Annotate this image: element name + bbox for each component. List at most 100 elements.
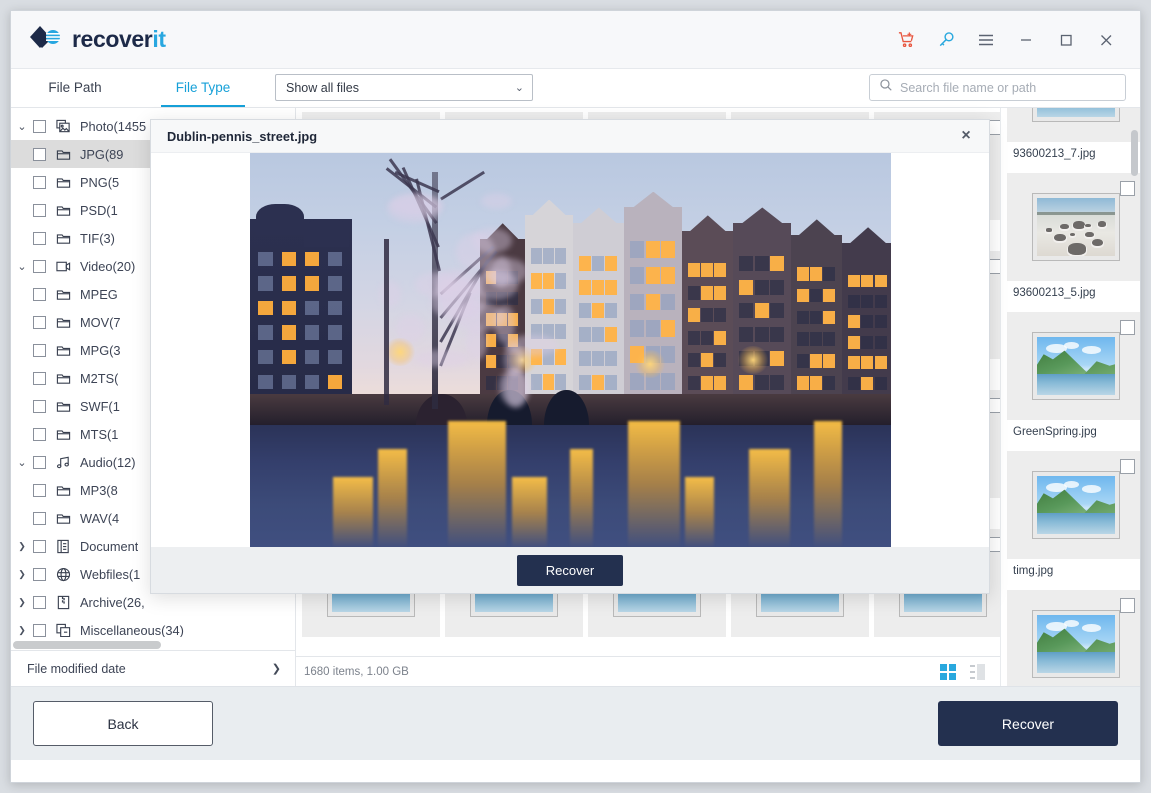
chevron-right-icon[interactable]: ❯ — [11, 569, 33, 580]
tree-item-checkbox[interactable] — [33, 316, 46, 329]
preview-window — [688, 308, 700, 322]
preview-window — [543, 248, 554, 264]
close-icon[interactable]: × — [955, 125, 977, 147]
cart-icon[interactable] — [886, 22, 926, 58]
tree-item-checkbox[interactable] — [33, 624, 46, 637]
maximize-icon[interactable] — [1046, 22, 1086, 58]
preview-lamp-glow — [737, 346, 769, 374]
key-icon[interactable] — [926, 22, 966, 58]
hamburger-menu-icon[interactable] — [966, 22, 1006, 58]
preview-window — [714, 286, 726, 300]
chevron-down-icon[interactable]: ⌄ — [11, 260, 33, 273]
tree-item-checkbox[interactable] — [33, 232, 46, 245]
tree-item-checkbox[interactable] — [33, 148, 46, 161]
preview-window — [848, 336, 860, 349]
tree-item-label: Photo(1455 — [80, 119, 146, 134]
file-card[interactable]: 93600213_7.jpg — [1007, 108, 1140, 166]
preview-window — [701, 308, 713, 322]
file-filter-select[interactable]: Show all files ⌄ — [275, 74, 533, 101]
preview-window — [810, 289, 822, 303]
tree-item-checkbox[interactable] — [33, 204, 46, 217]
preview-window — [605, 327, 617, 342]
scrollbar-thumb-vertical[interactable] — [1131, 130, 1138, 176]
preview-window — [555, 374, 566, 390]
tree-item-label: SWF(1 — [80, 399, 120, 414]
tree-item-checkbox[interactable] — [33, 288, 46, 301]
file-modified-date-filter[interactable]: File modified date ❯ — [11, 650, 295, 686]
preview-window — [646, 320, 660, 337]
preview-window — [579, 375, 591, 390]
tree-item-label: WAV(4 — [80, 511, 119, 526]
preview-window — [875, 295, 887, 308]
preview-window — [328, 325, 342, 339]
close-icon[interactable] — [1086, 22, 1126, 58]
tree-item-checkbox[interactable] — [33, 484, 46, 497]
chevron-right-icon[interactable]: ❯ — [11, 597, 33, 608]
chevron-down-icon[interactable]: ⌄ — [11, 456, 33, 469]
preview-window — [770, 327, 784, 342]
tab-file-path[interactable]: File Path — [11, 69, 139, 107]
preview-window — [282, 375, 296, 389]
preview-window — [797, 311, 809, 325]
tree-item-checkbox[interactable] — [33, 400, 46, 413]
file-thumbnail — [1007, 108, 1140, 142]
back-button[interactable]: Back — [33, 701, 213, 746]
tree-item-checkbox[interactable] — [33, 120, 46, 133]
file-name-label — [445, 637, 583, 656]
preview-window — [592, 280, 604, 295]
preview-window — [797, 332, 809, 346]
tree-item-checkbox[interactable] — [33, 512, 46, 525]
tree-item-checkbox[interactable] — [33, 568, 46, 581]
file-name-label: 93600213_5.jpg — [1007, 281, 1140, 305]
thumbnail-image — [1033, 333, 1119, 399]
tree-item-checkbox[interactable] — [33, 344, 46, 357]
preview-window — [701, 353, 713, 367]
chevron-right-icon[interactable]: ❯ — [11, 541, 33, 552]
file-card[interactable]: timg.jpg — [1007, 451, 1140, 583]
file-panel-vertical-scrollbar[interactable] — [1131, 114, 1138, 680]
tab-file-type[interactable]: File Type — [139, 69, 267, 107]
list-view-icon[interactable] — [970, 664, 988, 680]
preview-window — [630, 320, 644, 337]
preview-window — [531, 248, 542, 264]
preview-blossom — [387, 194, 442, 223]
tree-item-checkbox[interactable] — [33, 428, 46, 441]
tree-item-checkbox[interactable] — [33, 540, 46, 553]
file-card[interactable] — [1007, 590, 1140, 686]
file-card[interactable]: 93600213_5.jpg — [1007, 173, 1140, 305]
file-modified-date-label: File modified date — [27, 662, 126, 676]
sidebar-horizontal-scrollbar[interactable] — [11, 641, 295, 650]
preview-window — [688, 376, 700, 390]
tree-item-checkbox[interactable] — [33, 596, 46, 609]
preview-window — [823, 311, 835, 325]
view-mode-toggles — [940, 664, 988, 680]
tree-item-checkbox[interactable] — [33, 456, 46, 469]
preview-window — [797, 289, 809, 303]
preview-window — [305, 276, 319, 290]
preview-window — [688, 353, 700, 367]
preview-tree-trunk — [384, 239, 388, 405]
preview-window — [305, 301, 319, 315]
search-input[interactable] — [900, 81, 1116, 95]
search-box[interactable] — [869, 74, 1126, 101]
scrollbar-thumb[interactable] — [13, 641, 161, 649]
tree-item-label: Video(20) — [80, 259, 135, 274]
tree-item-checkbox[interactable] — [33, 176, 46, 189]
minimize-icon[interactable] — [1006, 22, 1046, 58]
preview-window — [770, 280, 784, 295]
tree-item-checkbox[interactable] — [33, 260, 46, 273]
preview-window — [258, 252, 272, 266]
footer-bar: Back Recover — [11, 686, 1140, 760]
modal-recover-button[interactable]: Recover — [517, 555, 623, 586]
preview-window — [875, 356, 887, 369]
tree-item-label: JPG(89 — [80, 147, 123, 162]
preview-blossom — [481, 193, 512, 209]
tree-item-miscellaneous34[interactable]: ❯ Miscellaneous(34) — [11, 616, 295, 637]
preview-lamp-glow — [384, 338, 416, 366]
tree-item-checkbox[interactable] — [33, 372, 46, 385]
grid-view-icon[interactable] — [940, 664, 956, 680]
chevron-right-icon[interactable]: ❯ — [11, 625, 33, 636]
chevron-down-icon[interactable]: ⌄ — [11, 120, 33, 133]
file-card[interactable]: GreenSpring.jpg — [1007, 312, 1140, 444]
recover-button[interactable]: Recover — [938, 701, 1118, 746]
